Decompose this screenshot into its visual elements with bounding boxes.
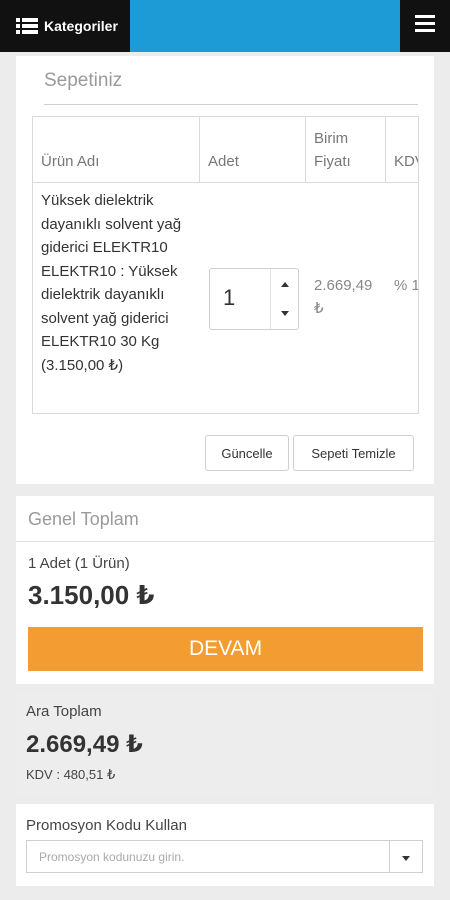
column-header-vat: KDV: [386, 117, 418, 183]
quantity-value[interactable]: 1: [223, 285, 235, 311]
grand-total-amount: 3.150,00 ₺: [28, 580, 155, 610]
column-header-price: Birim Fiyatı: [306, 117, 386, 183]
subtotal-label: Ara Toplam: [26, 703, 102, 720]
top-bar: Kategoriler: [0, 0, 450, 52]
caret-down-icon: [402, 848, 410, 866]
column-header-qty: Adet: [200, 117, 306, 183]
clear-cart-button[interactable]: Sepeti Temizle: [293, 435, 414, 471]
divider: [270, 269, 271, 329]
subtotal-amount: 2.669,49 ₺: [26, 731, 143, 758]
item-count: 1 Adet (1 Ürün): [28, 555, 130, 572]
grand-total-panel: Genel Toplam 1 Adet (1 Ürün) 3.150,00 ₺ …: [16, 496, 434, 684]
menu-button[interactable]: [400, 0, 450, 52]
vat-amount: KDV : 480,51 ₺: [26, 767, 116, 782]
update-button[interactable]: Güncelle: [205, 435, 289, 471]
continue-button[interactable]: DEVAM: [28, 627, 423, 671]
column-header-name: Ürün Adı: [33, 117, 200, 183]
unit-price: 2.669,49 ₺: [314, 277, 373, 317]
divider: [44, 104, 418, 105]
cart-title: Sepetiniz: [44, 70, 123, 91]
list-icon: [16, 18, 38, 34]
product-name[interactable]: Yüksek dielektrik dayanıklı solvent yağ …: [41, 189, 196, 377]
promo-code-input[interactable]: [26, 840, 389, 873]
cart-panel: Sepetiniz Ürün Adı Adet Birim Fiyatı KDV…: [16, 56, 434, 484]
promo-dropdown-button[interactable]: [389, 840, 423, 873]
hamburger-menu-icon: [415, 15, 435, 37]
quantity-stepper[interactable]: 1: [209, 268, 299, 330]
categories-label: Kategoriler: [44, 18, 118, 34]
grand-total-title: Genel Toplam: [28, 509, 139, 529]
categories-button[interactable]: Kategoriler: [0, 0, 130, 52]
increment-icon[interactable]: [276, 277, 294, 291]
promo-panel: Promosyon Kodu Kullan: [16, 804, 434, 886]
promo-label: Promosyon Kodu Kullan: [26, 817, 187, 834]
divider: [16, 541, 434, 542]
decrement-icon[interactable]: [276, 306, 294, 320]
subtotal-panel: Ara Toplam 2.669,49 ₺ KDV : 480,51 ₺: [16, 690, 434, 798]
vat-rate: % 18: [394, 277, 418, 294]
cart-table: Ürün Adı Adet Birim Fiyatı KDV Yüksek di…: [32, 116, 419, 414]
